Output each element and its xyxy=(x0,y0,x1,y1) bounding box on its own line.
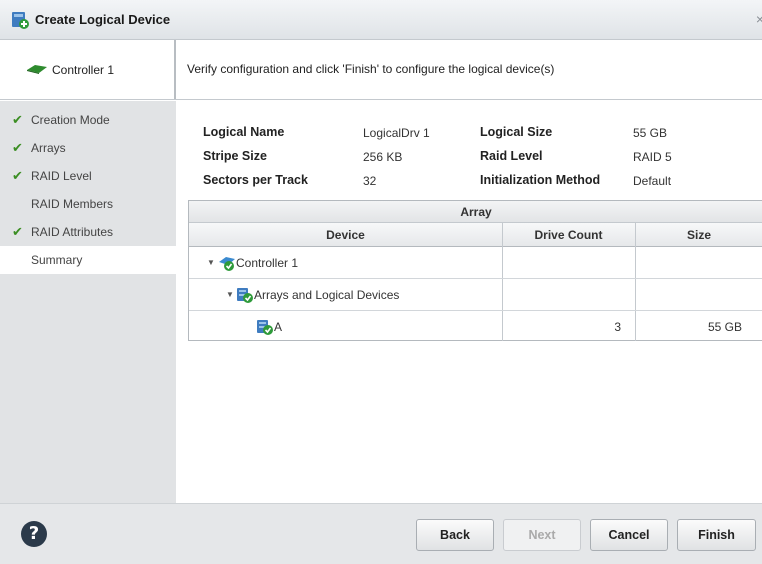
raid-level-label: Raid Level xyxy=(480,149,543,163)
step-arrays[interactable]: ✔ Arrays xyxy=(0,134,176,162)
controller-label: Controller 1 xyxy=(52,63,115,77)
drive-count: 3 xyxy=(614,320,621,334)
check-icon: ✔ xyxy=(12,168,23,183)
column-header-size[interactable]: Size xyxy=(635,223,762,247)
init-method-label: Initialization Method xyxy=(480,173,601,187)
arrays-icon xyxy=(237,288,253,303)
back-button[interactable]: Back xyxy=(416,519,494,551)
column-header-drive-count[interactable]: Drive Count xyxy=(502,223,635,247)
sectors-label: Sectors per Track xyxy=(203,173,308,187)
step-raid-attributes[interactable]: ✔ RAID Attributes xyxy=(0,218,176,246)
size xyxy=(635,247,757,279)
stripe-size-value: 256 KB xyxy=(363,150,403,164)
table-row[interactable]: ▼ Controller 1 xyxy=(189,247,762,279)
table-row[interactable]: A 3 55 GB xyxy=(189,311,762,343)
check-icon: ✔ xyxy=(12,224,23,239)
table-group-header: Array xyxy=(189,201,762,223)
controller-panel: Controller 1 xyxy=(0,40,176,99)
table-row[interactable]: ▼ Arrays and Logical Devices xyxy=(189,279,762,311)
help-icon[interactable]: ? xyxy=(21,521,47,547)
step-label: Creation Mode xyxy=(31,113,110,127)
logical-name-value: LogicalDrv 1 xyxy=(363,126,430,140)
check-icon: ✔ xyxy=(12,140,23,155)
step-label: Summary xyxy=(31,253,83,267)
size xyxy=(635,279,757,311)
stripe-size-label: Stripe Size xyxy=(203,149,267,163)
step-label: Arrays xyxy=(31,141,66,155)
wizard-steps-sidebar: ✔ Creation Mode ✔ Arrays ✔ RAID Level RA… xyxy=(0,101,176,503)
column-header-device[interactable]: Device xyxy=(189,223,502,247)
next-button[interactable]: Next xyxy=(503,519,581,551)
device-name: Arrays and Logical Devices xyxy=(254,288,400,302)
expand-arrow-icon[interactable]: ▼ xyxy=(226,290,234,299)
footer-bar: ? Back Next Cancel Finish xyxy=(0,503,762,564)
window-title: Create Logical Device xyxy=(35,12,171,27)
drive-count xyxy=(502,279,631,311)
controller-icon xyxy=(27,65,47,74)
step-summary[interactable]: Summary xyxy=(0,246,176,274)
device-name: Controller 1 xyxy=(236,256,299,270)
expand-arrow-icon[interactable]: ▼ xyxy=(207,258,215,267)
header-bar: Controller 1 Verify configuration and cl… xyxy=(0,40,762,100)
logical-size-label: Logical Size xyxy=(480,125,553,139)
init-method-value: Default xyxy=(633,174,672,188)
close-icon[interactable]: × xyxy=(756,11,762,27)
cancel-button[interactable]: Cancel xyxy=(590,519,668,551)
instruction-text: Verify configuration and click 'Finish' … xyxy=(187,62,555,76)
title-bar: Create Logical Device × xyxy=(0,0,762,40)
raid-level-value: RAID 5 xyxy=(633,150,672,164)
step-raid-members[interactable]: RAID Members xyxy=(0,190,176,218)
check-icon: ✔ xyxy=(12,112,23,127)
array-icon xyxy=(257,320,273,335)
sectors-value: 32 xyxy=(363,174,377,188)
step-label: RAID Attributes xyxy=(31,225,114,239)
step-label: RAID Members xyxy=(31,197,114,211)
step-label: RAID Level xyxy=(31,169,92,183)
logical-size-value: 55 GB xyxy=(633,126,668,140)
step-raid-level[interactable]: ✔ RAID Level xyxy=(0,162,176,190)
device-name: A xyxy=(274,320,283,334)
finish-button[interactable]: Finish xyxy=(677,519,756,551)
drive-count xyxy=(502,247,631,279)
logical-name-label: Logical Name xyxy=(203,125,285,139)
create-logical-device-icon xyxy=(12,12,29,29)
array-table: Array Device Drive Count Size ▼ Controll… xyxy=(188,200,762,341)
size: 55 GB xyxy=(707,320,742,334)
step-creation-mode[interactable]: ✔ Creation Mode xyxy=(0,106,176,134)
controller-icon xyxy=(219,257,235,271)
